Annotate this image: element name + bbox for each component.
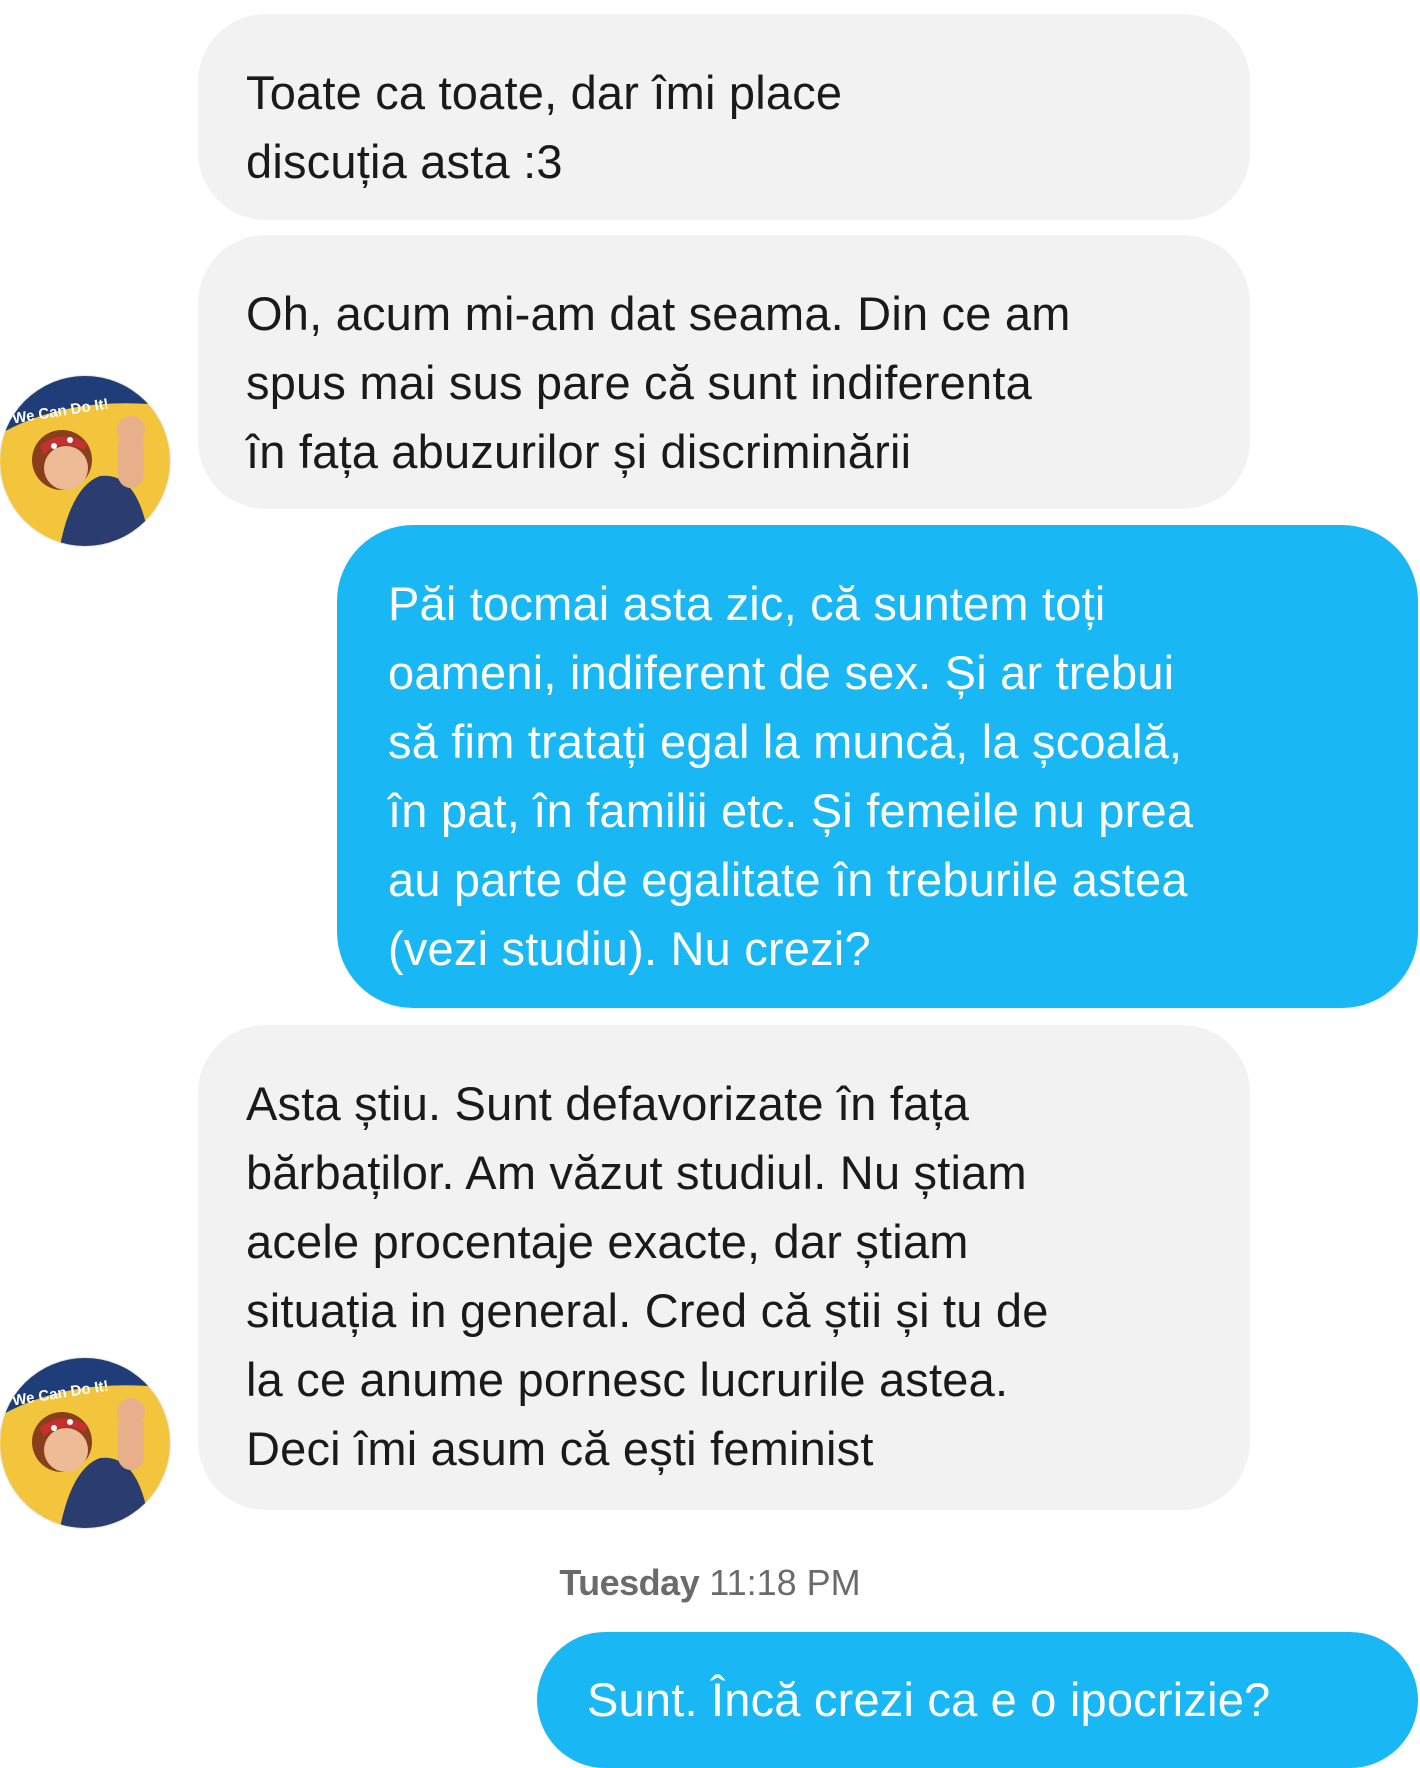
timestamp-time: 11:18 PM (709, 1562, 861, 1603)
incoming-message-bubble[interactable]: Asta știu. Sunt defavorizate în fața băr… (198, 1025, 1250, 1510)
timestamp-day: Tuesday (559, 1562, 700, 1603)
we-can-do-it-avatar-icon: We Can Do It! (0, 1358, 170, 1528)
contact-avatar[interactable]: We Can Do It! (0, 376, 170, 546)
outgoing-message-bubble[interactable]: Sunt. Încă crezi ca e o ipocrizie? (537, 1632, 1418, 1768)
contact-avatar[interactable]: We Can Do It! (0, 1358, 170, 1528)
message-timestamp: Tuesday 11:18 PM (0, 1561, 1420, 1605)
we-can-do-it-avatar-icon: We Can Do It! (0, 376, 170, 546)
outgoing-message-bubble[interactable]: Păi tocmai asta zic, că suntem toți oame… (337, 525, 1418, 1008)
incoming-message-bubble[interactable]: Toate ca toate, dar îmi place discuția a… (198, 14, 1250, 220)
conversation-thread: Toate ca toate, dar îmi place discuția a… (0, 0, 1420, 1768)
incoming-message-bubble[interactable]: Oh, acum mi-am dat seama. Din ce am spus… (198, 235, 1250, 509)
